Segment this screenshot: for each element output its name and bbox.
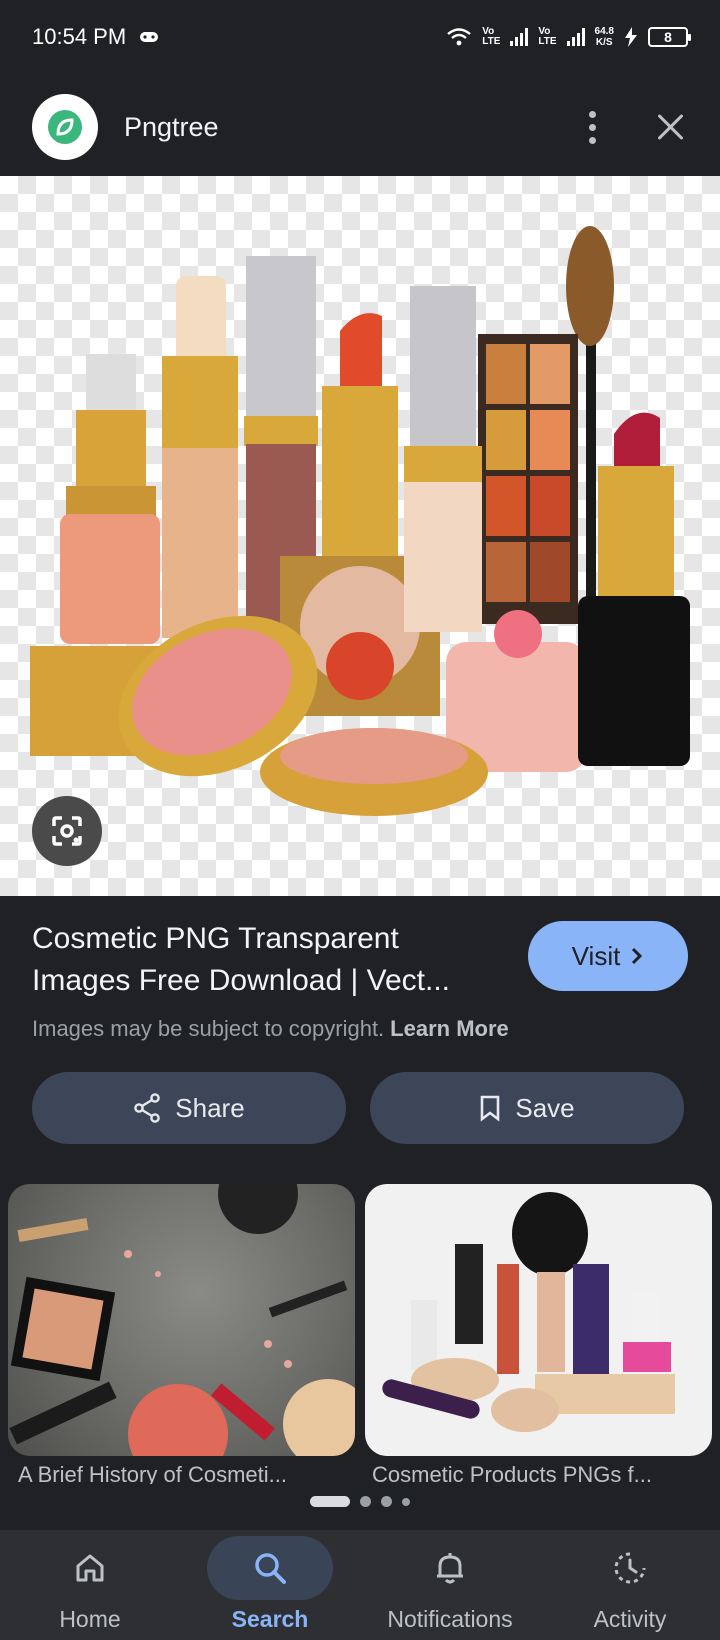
close-icon[interactable]	[654, 110, 688, 144]
viewer-header: Pngtree	[0, 84, 720, 170]
related-captions: A Brief History of Cosmeti... Cosmetic P…	[0, 1462, 720, 1484]
page-dot	[360, 1496, 371, 1507]
nav-search[interactable]: Search	[180, 1530, 360, 1640]
result-info: Cosmetic PNG Transparent Images Free Dow…	[32, 918, 688, 1042]
nav-notifications-label: Notifications	[387, 1606, 513, 1632]
nav-search-label: Search	[231, 1606, 309, 1632]
nav-activity[interactable]: Activity	[540, 1530, 720, 1640]
copyright-notice: Images may be subject to copyright. Learn…	[32, 1016, 688, 1042]
nav-home-pill	[27, 1536, 153, 1600]
google-lens-button[interactable]	[32, 796, 102, 866]
nav-search-pill	[207, 1536, 333, 1600]
status-time: 10:54 PM	[32, 24, 127, 49]
action-buttons: Share Save	[32, 1072, 684, 1144]
page-dot-active	[310, 1496, 350, 1507]
makeup-flatlay-image	[9, 1184, 355, 1456]
page-dot	[402, 1497, 410, 1506]
charging-icon	[625, 27, 637, 47]
status-bar: 10:54 PM Vo LTE Vo LTE 64.8 K/S 8	[0, 0, 720, 74]
lte-indicator-1: Vo LTE	[482, 26, 501, 47]
bookmark-icon	[481, 1095, 500, 1122]
related-caption[interactable]: Cosmetic Products PNGs f...	[372, 1462, 702, 1484]
nav-home[interactable]: Home	[0, 1530, 180, 1640]
status-time-group: 10:54 PM	[32, 24, 159, 50]
leaf-icon	[48, 110, 82, 144]
related-images	[8, 1184, 712, 1456]
nav-notifications-pill	[387, 1536, 513, 1600]
network-speed: 64.8 K/S	[594, 26, 614, 48]
more-vert-icon[interactable]	[589, 110, 596, 144]
save-button[interactable]: Save	[370, 1072, 684, 1144]
share-button[interactable]: Share	[32, 1072, 346, 1144]
learn-more-link[interactable]: Learn More	[390, 1016, 509, 1041]
site-name[interactable]: Pngtree	[124, 112, 219, 143]
cosmetic-products-image	[382, 1192, 675, 1432]
visit-label: Visit	[571, 940, 621, 971]
lte-indicator-2: Vo LTE	[538, 26, 557, 47]
result-image[interactable]	[0, 176, 720, 896]
nav-activity-label: Activity	[593, 1606, 667, 1632]
chevron-right-icon	[632, 947, 643, 965]
activity-icon	[614, 1552, 646, 1584]
page-dot	[381, 1496, 392, 1507]
battery-icon: 8	[648, 27, 691, 47]
signal-icon-2	[566, 28, 585, 46]
related-image-card[interactable]	[8, 1184, 355, 1456]
visit-button[interactable]: Visit	[528, 921, 688, 991]
google-lens-icon	[52, 816, 82, 846]
wifi-icon	[447, 28, 471, 46]
signal-icon-1	[510, 28, 529, 46]
related-image-card[interactable]	[365, 1184, 712, 1456]
nav-notifications[interactable]: Notifications	[360, 1530, 540, 1640]
page-indicator	[0, 1496, 720, 1507]
gamepad-icon	[140, 32, 159, 42]
status-indicators: Vo LTE Vo LTE 64.8 K/S 8	[446, 26, 691, 48]
save-label: Save	[515, 1092, 575, 1123]
header-actions	[589, 110, 688, 144]
nav-activity-pill	[567, 1536, 693, 1600]
share-label: Share	[175, 1092, 245, 1123]
copyright-text: Images may be subject to copyright.	[32, 1016, 385, 1041]
bottom-navigation: Home Search Notifications Activity	[0, 1530, 720, 1640]
related-caption[interactable]: A Brief History of Cosmeti...	[18, 1462, 348, 1484]
pngtree-logo[interactable]	[32, 94, 98, 160]
cosmetics-illustration	[30, 226, 690, 816]
home-icon	[76, 1554, 104, 1582]
share-icon	[134, 1093, 161, 1123]
nav-home-label: Home	[59, 1606, 121, 1632]
bell-icon	[437, 1553, 463, 1584]
result-title[interactable]: Cosmetic PNG Transparent Images Free Dow…	[32, 918, 502, 1002]
search-icon	[255, 1553, 286, 1584]
